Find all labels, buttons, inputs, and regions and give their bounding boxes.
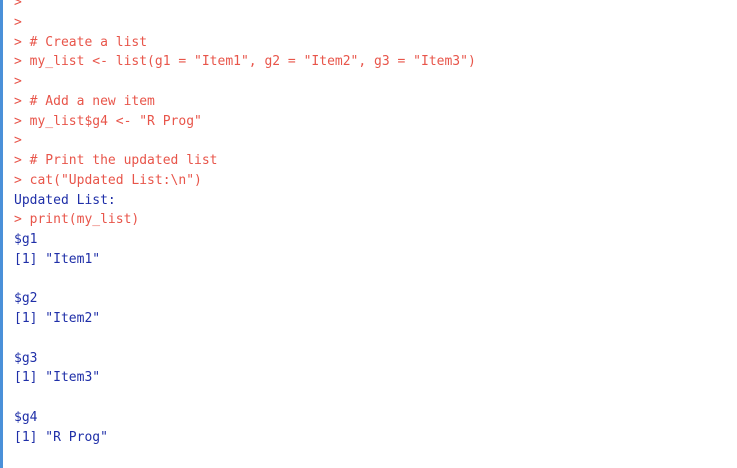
console-input-line: > bbox=[14, 0, 476, 13]
console-input-line: > print(my_list) bbox=[14, 210, 476, 230]
console-prompt: > bbox=[14, 113, 30, 129]
console-input-line: > # Print the updated list bbox=[14, 151, 476, 171]
console-output-line: Updated List: bbox=[14, 191, 476, 211]
console-output-area: > > > # Create a list > my_list <- list(g… bbox=[14, 0, 476, 447]
console-output-line: [1] "Item2" bbox=[14, 309, 476, 329]
console-prompt: > bbox=[14, 93, 30, 109]
console-input-text: my_list$g4 <- "R Prog" bbox=[29, 113, 202, 129]
console-input-line: > cat("Updated List:\n") bbox=[14, 171, 476, 191]
console-prompt: > bbox=[14, 133, 30, 149]
console-input-line: > my_list$g4 <- "R Prog" bbox=[14, 112, 476, 132]
console-output-line bbox=[14, 388, 476, 408]
console-output-line bbox=[14, 329, 476, 349]
console-input-line: > # Add a new item bbox=[14, 92, 476, 112]
console-input-text: # Print the updated list bbox=[29, 153, 218, 168]
console-prompt: > bbox=[14, 34, 30, 50]
console-input-line: > bbox=[14, 131, 476, 151]
console-output-line: [1] "Item3" bbox=[14, 368, 476, 388]
console-prompt: > bbox=[14, 54, 30, 70]
console-input-text: # Create a list bbox=[29, 34, 148, 50]
console-output-text: $g3 bbox=[14, 350, 38, 366]
r-console[interactable]: > > > # Create a list > my_list <- list(g… bbox=[0, 0, 737, 468]
console-output-line: $g2 bbox=[14, 289, 476, 309]
console-prompt: > bbox=[14, 212, 30, 228]
console-output-line: $g4 bbox=[14, 408, 476, 428]
console-input-line: > # Create a list bbox=[14, 33, 476, 53]
console-output-text: Updated List: bbox=[14, 192, 116, 208]
console-left-border bbox=[0, 0, 3, 468]
console-output-line: [1] "R Prog" bbox=[14, 428, 476, 448]
console-output-text: [1] "R Prog" bbox=[14, 429, 108, 445]
console-output-text: $g4 bbox=[14, 409, 38, 425]
console-output-text: [1] "Item1" bbox=[14, 251, 101, 267]
console-prompt: > bbox=[14, 0, 30, 10]
console-output-line bbox=[14, 270, 476, 290]
console-prompt: > bbox=[14, 172, 30, 188]
console-input-line: > my_list <- list(g1 = "Item1", g2 = "It… bbox=[14, 52, 476, 72]
console-output-line: $g1 bbox=[14, 230, 476, 250]
console-output-text: $g1 bbox=[14, 232, 38, 247]
console-input-line: > bbox=[14, 72, 476, 92]
console-input-text: cat("Updated List:\n") bbox=[29, 172, 202, 188]
console-output-line: $g3 bbox=[14, 349, 476, 369]
console-prompt: > bbox=[14, 74, 30, 89]
console-output-text: [1] "Item3" bbox=[14, 370, 101, 386]
console-input-text: my_list <- list(g1 = "Item1", g2 = "Item… bbox=[29, 54, 476, 70]
console-output-text: $g2 bbox=[14, 291, 38, 307]
console-prompt: > bbox=[14, 14, 30, 30]
console-output-line: [1] "Item1" bbox=[14, 250, 476, 270]
console-prompt: > bbox=[14, 153, 30, 168]
console-input-text: # Add a new item bbox=[29, 93, 155, 109]
console-output-text: [1] "Item2" bbox=[14, 311, 101, 326]
console-input-text: print(my_list) bbox=[29, 212, 140, 228]
console-input-line: > bbox=[14, 13, 476, 33]
